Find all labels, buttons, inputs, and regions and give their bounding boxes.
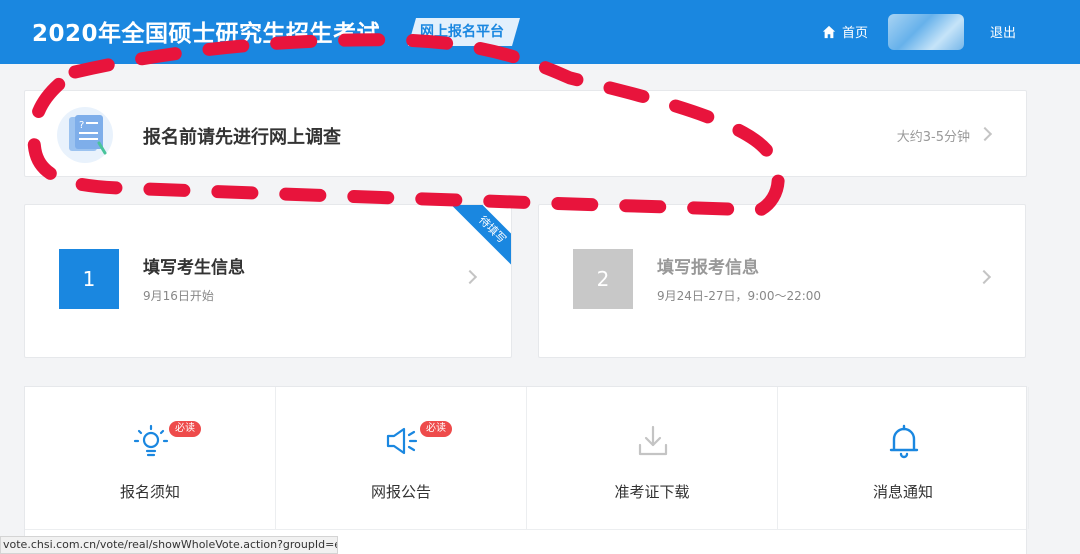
survey-duration: 大约3-5分钟: [896, 130, 970, 145]
download-icon: [638, 425, 668, 456]
must-read-badge: 必读: [169, 421, 201, 437]
chevron-right-icon: [977, 126, 993, 142]
step-card-fill-candidate-info[interactable]: 1 填写考生信息 9月16日开始 待填写: [24, 204, 512, 358]
bell-icon: [889, 424, 919, 459]
grid-divider: [25, 529, 1026, 530]
status-ribbon: 待填写: [452, 205, 511, 270]
megaphone-icon: [386, 427, 418, 455]
grid-item-label: 报名须知: [119, 483, 180, 501]
status-bar-url: vote.chsi.com.cn/vote/real/showWholeVote…: [0, 536, 338, 554]
chevron-right-icon: [462, 269, 478, 285]
lightbulb-icon: [133, 424, 169, 457]
user-avatar[interactable]: [888, 14, 964, 50]
chevron-right-icon: [976, 269, 992, 285]
step-title: 填写考生信息: [143, 258, 245, 278]
grid-item-announcements[interactable]: 必读 网报公告: [276, 387, 527, 529]
survey-icon: ?: [57, 107, 113, 163]
step-title: 填写报考信息: [657, 258, 759, 278]
survey-card[interactable]: ? 报名前请先进行网上调查 大约3-5分钟: [24, 90, 1027, 177]
grid-item-notifications[interactable]: 消息通知: [778, 387, 1029, 529]
step-number-badge: 1: [59, 249, 119, 309]
survey-title: 报名前请先进行网上调查: [143, 127, 341, 148]
quick-links-grid: 必读 报名须知 必读 网报公告 准考证下载 消息通知: [24, 386, 1029, 554]
home-link[interactable]: 首页: [822, 22, 868, 41]
home-icon: [822, 25, 836, 38]
step-card-fill-exam-info[interactable]: 2 填写报考信息 9月24日-27日，9:00～22:00: [538, 204, 1026, 358]
top-header: 2020年全国硕士研究生招生考试 网上报名平台 首页 退出: [0, 0, 1080, 64]
grid-item-label: 准考证下载: [614, 483, 690, 501]
step-date: 9月16日开始: [143, 289, 214, 303]
platform-tag: 网上报名平台: [408, 18, 520, 46]
logout-link[interactable]: 退出: [990, 22, 1016, 41]
svg-text:?: ?: [79, 120, 84, 131]
home-link-label: 首页: [842, 26, 869, 41]
grid-item-label: 网报公告: [370, 483, 431, 501]
grid-item-label: 消息通知: [872, 483, 933, 501]
step-date: 9月24日-27日，9:00～22:00: [657, 289, 822, 303]
step-number-badge: 2: [573, 249, 633, 309]
must-read-badge: 必读: [420, 421, 452, 437]
grid-item-registration-notice[interactable]: 必读 报名须知: [25, 387, 276, 529]
grid-item-admission-ticket-download[interactable]: 准考证下载: [527, 387, 778, 529]
site-title: 2020年全国硕士研究生招生考试: [32, 21, 381, 47]
